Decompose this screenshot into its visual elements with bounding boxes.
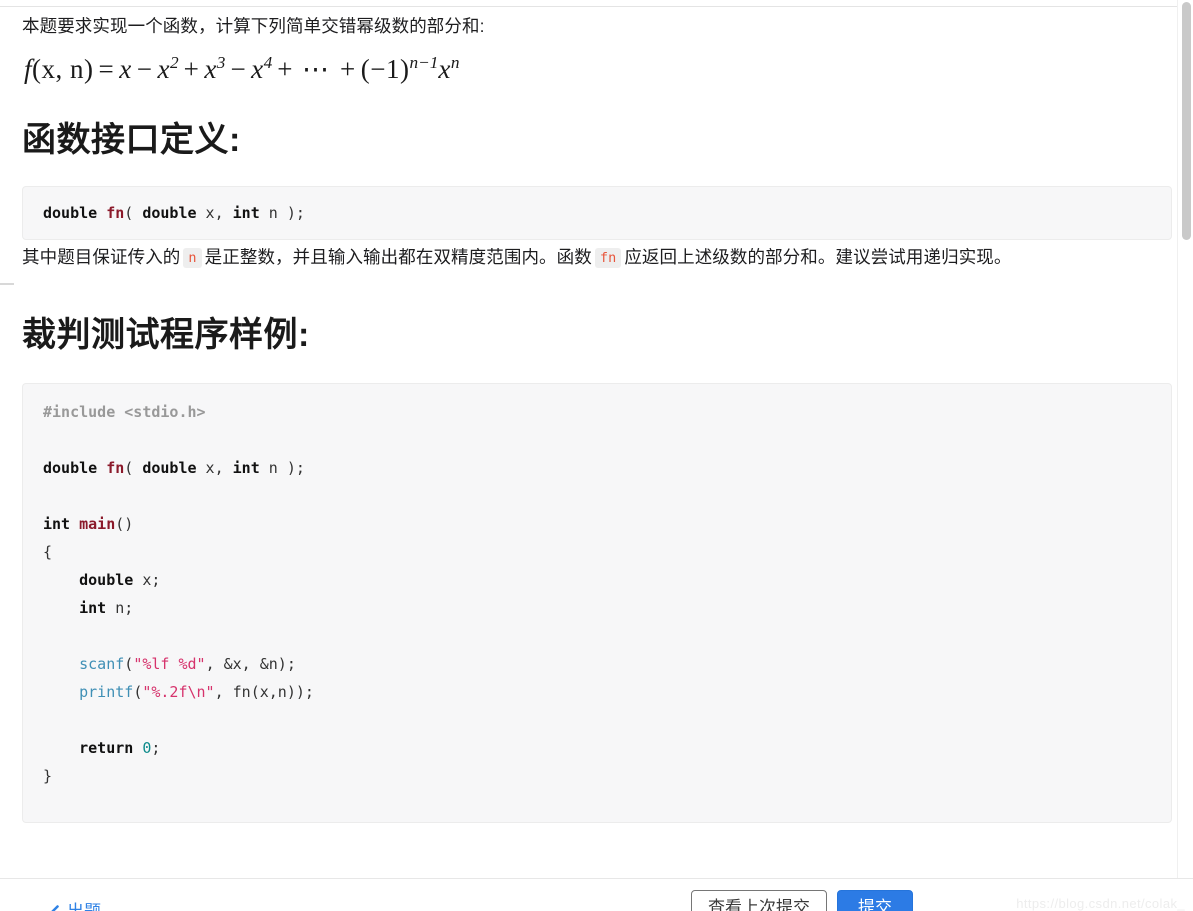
formula-op-5: + xyxy=(340,54,356,84)
author-problem-link[interactable]: 出题 xyxy=(46,897,101,911)
token-decl-double: double xyxy=(43,459,98,477)
content-viewport[interactable]: 本题要求实现一个函数，计算下列简单交错幂级数的部分和: f(x, n) = x − x2… xyxy=(0,7,1178,879)
inline-code-n: n xyxy=(183,248,202,268)
intro-paragraph: 本题要求实现一个函数，计算下列简单交错幂级数的部分和: xyxy=(22,16,485,36)
description-part-1: 其中题目保证传入的 xyxy=(22,247,181,267)
token-var-x: x, xyxy=(196,204,233,222)
token-printf-open: ( xyxy=(133,683,143,701)
formula-term-3-base: x xyxy=(204,54,217,84)
bottom-action-bar: 出题 查看上次提交 提交 https://blog.csdn.net/colak… xyxy=(0,878,1193,911)
token-function-name: fn xyxy=(106,204,125,222)
inline-code-fn: fn xyxy=(594,248,622,268)
formula-term-4-exp: 4 xyxy=(263,53,273,72)
formula-lhs-f: f xyxy=(24,54,33,84)
token-scanf-string: "%lf %d" xyxy=(133,655,206,673)
token-decl-int: int xyxy=(232,459,260,477)
watermark-text: https://blog.csdn.net/colak_ xyxy=(1016,896,1185,911)
token-decl-paren: ( xyxy=(124,459,143,477)
token-main-parens: () xyxy=(115,515,134,533)
token-decl-n: n ); xyxy=(259,459,305,477)
token-return-kw: return xyxy=(79,739,134,757)
formula-neg-exp: n−1 xyxy=(409,53,439,72)
token-decl-double2: double xyxy=(142,459,197,477)
token-main-name: main xyxy=(79,515,116,533)
formula-last-base: x xyxy=(438,54,451,84)
content-fade-overlay xyxy=(0,863,1178,879)
function-signature-code-block: double fn( double x, int n ); xyxy=(22,186,1172,240)
formula-term-2-exp: 2 xyxy=(169,53,179,72)
problem-content: 本题要求实现一个函数，计算下列简单交错幂级数的部分和: f(x, n) = x − x2… xyxy=(0,7,1178,823)
description-part-2: 是正整数，并且输入输出都在双精度范围内。函数 xyxy=(204,247,592,267)
pencil-icon xyxy=(46,903,60,911)
formula-last-exp: n xyxy=(450,53,460,72)
token-return-semi: ; xyxy=(151,739,161,757)
token-var-n: n ); xyxy=(259,204,305,222)
formula-neg-one: −1 xyxy=(370,54,400,84)
description-paragraph: 其中题目保证传入的 n 是正整数，并且输入输出都在双精度范围内。函数 fn 应返回上述级… xyxy=(22,240,1164,273)
token-kw-double: double xyxy=(43,204,98,222)
formula-lhs-args: (x, n) xyxy=(32,54,94,84)
submit-button[interactable]: 提交 xyxy=(837,890,913,911)
token-scanf-open: ( xyxy=(124,655,134,673)
token-kw-int: int xyxy=(232,204,260,222)
description-part-3: 应返回上述级数的部分和。建议尝试用递归实现。 xyxy=(624,247,1012,267)
formula-equals: = xyxy=(98,54,115,84)
formula-term-4-base: x xyxy=(251,54,264,84)
token-brace-close: } xyxy=(43,767,53,785)
view-previous-submission-button[interactable]: 查看上次提交 xyxy=(691,890,827,911)
token-paren-open: ( xyxy=(124,204,143,222)
vertical-scrollbar[interactable] xyxy=(1177,0,1193,879)
token-printf-args: , fn(x,n)); xyxy=(214,683,314,701)
token-var2-name: n; xyxy=(106,599,134,617)
token-scanf-args: , &x, &n); xyxy=(205,655,296,673)
token-var2-kw: int xyxy=(79,599,107,617)
token-decl-fn: fn xyxy=(106,459,125,477)
author-problem-label: 出题 xyxy=(67,897,101,911)
token-kw-double-param: double xyxy=(142,204,197,222)
token-printf-name: printf xyxy=(79,683,134,701)
token-decl-x: x, xyxy=(196,459,233,477)
formula-op-1: − xyxy=(136,54,153,84)
formula-neg-close: ) xyxy=(400,54,410,84)
formula-term-2-base: x xyxy=(157,54,170,84)
token-brace-open: { xyxy=(43,543,53,561)
token-printf-string: "%.2f\n" xyxy=(142,683,215,701)
token-include: #include <stdio.h> xyxy=(43,403,206,421)
formula-op-3: − xyxy=(230,54,247,84)
token-scanf-name: scanf xyxy=(79,655,125,673)
heading-function-interface: 函数接口定义: xyxy=(22,121,241,159)
sample-program-code-block: #include <stdio.h> double fn( double x, … xyxy=(22,383,1172,823)
action-buttons-group: 查看上次提交 提交 xyxy=(691,890,913,911)
token-var1-name: x; xyxy=(133,571,161,589)
formula-term-1: x xyxy=(119,54,132,84)
formula-op-2: + xyxy=(183,54,200,84)
heading-sample-program: 裁判测试程序样例: xyxy=(22,316,310,354)
formula-ellipsis: ⋯ xyxy=(302,54,332,84)
scrollbar-thumb[interactable] xyxy=(1182,2,1191,240)
left-edge-marker xyxy=(0,283,14,285)
formula-op-4: + xyxy=(277,54,294,84)
formula-neg-open: ( xyxy=(360,54,371,84)
math-formula: f(x, n) = x − x2 + x3− x4 + ⋯ + (−1)n−1xn xyxy=(22,41,1164,91)
token-var1-kw: double xyxy=(79,571,134,589)
token-main-int: int xyxy=(43,515,71,533)
